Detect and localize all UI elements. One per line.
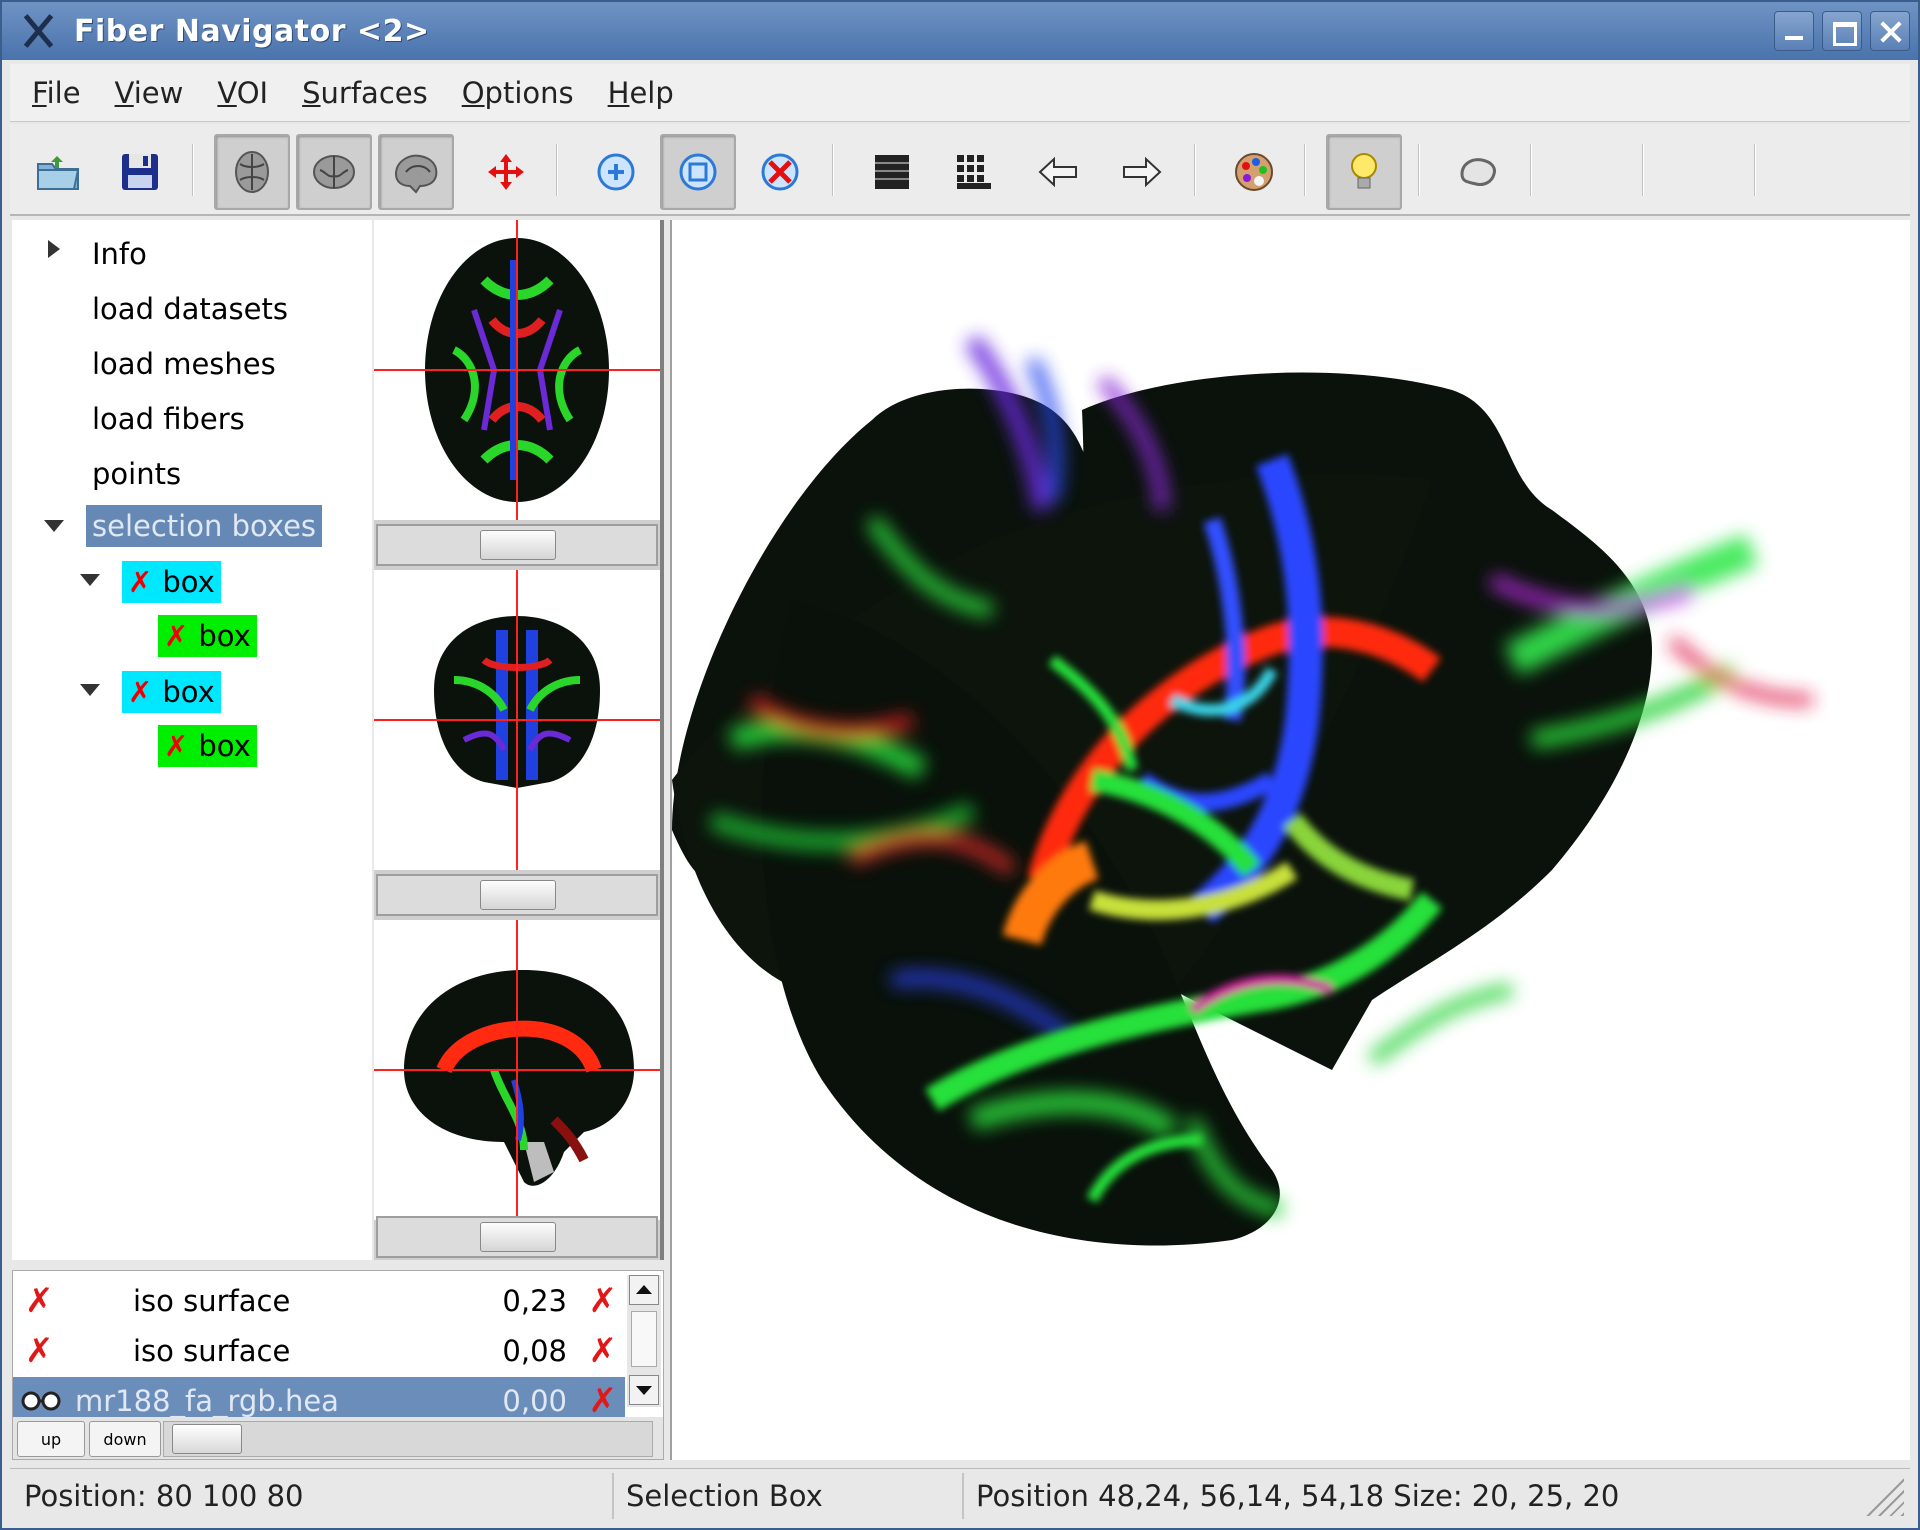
crosshair-move-icon[interactable] xyxy=(468,134,544,210)
minimize-button[interactable] xyxy=(1774,11,1814,51)
coronal-slice-view[interactable] xyxy=(374,570,660,870)
title-bar[interactable]: Fiber Navigator <2> xyxy=(2,2,1918,60)
fibers-grid-icon[interactable] xyxy=(936,134,1012,210)
mode-status: Selection Box xyxy=(616,1473,964,1519)
visibility-toggle-x-icon[interactable]: ✗ xyxy=(25,1281,54,1321)
threshold-value: 0,00 xyxy=(502,1384,567,1418)
slice-views-panel xyxy=(374,220,664,1260)
list-controls: up down xyxy=(13,1417,663,1459)
delete-x-icon[interactable]: ✗ xyxy=(589,1281,618,1321)
toolbar xyxy=(10,124,1910,216)
toolbar-separator xyxy=(1304,144,1306,196)
delete-box-icon[interactable] xyxy=(742,134,818,210)
active-x-icon: ✗ xyxy=(128,565,153,599)
slider-thumb[interactable] xyxy=(172,1424,242,1454)
toolbar-separator xyxy=(1194,144,1196,196)
status-bar: Position: 80 100 80 Selection Box Positi… xyxy=(10,1468,1910,1522)
main-window: Fiber Navigator <2> File View VOI Surfac… xyxy=(0,0,1920,1530)
toolbar-separator xyxy=(192,144,194,196)
menu-surfaces[interactable]: Surfaces xyxy=(302,76,428,110)
close-window-button[interactable] xyxy=(1870,11,1910,51)
slider-thumb[interactable] xyxy=(480,880,556,910)
toolbar-separator xyxy=(556,144,558,196)
toolbar-separator xyxy=(1642,144,1644,196)
new-box-icon[interactable] xyxy=(578,134,654,210)
tree-item-load-datasets[interactable]: load datasets xyxy=(86,285,294,333)
resize-grip-icon[interactable] xyxy=(1864,1476,1904,1516)
move-up-button[interactable]: up xyxy=(17,1421,85,1457)
scroll-up-arrow-icon[interactable] xyxy=(629,1275,659,1305)
tree-item-load-fibers[interactable]: load fibers xyxy=(86,395,251,443)
opacity-slider[interactable] xyxy=(163,1421,653,1457)
list-item[interactable]: ✗ iso surface 0,08 ✗ xyxy=(13,1327,625,1375)
lighting-bulb-icon[interactable] xyxy=(1326,134,1402,210)
fiber-render-canvas xyxy=(672,334,1813,1246)
cursor-position-status: Position: 80 100 80 xyxy=(14,1473,614,1519)
tree-item-load-meshes[interactable]: load meshes xyxy=(86,340,282,388)
threshold-value: 0,23 xyxy=(502,1284,567,1318)
tree-item-box[interactable]: ✗ box xyxy=(122,668,221,716)
menu-help[interactable]: Help xyxy=(608,76,674,110)
arrow-right-icon[interactable] xyxy=(1104,134,1180,210)
move-down-button[interactable]: down xyxy=(89,1421,161,1457)
collapse-arrow-icon[interactable] xyxy=(44,520,64,532)
delete-x-icon[interactable]: ✗ xyxy=(589,1381,618,1421)
window-controls xyxy=(1774,11,1910,51)
tree-item-points[interactable]: points xyxy=(86,450,187,498)
tree-item-info[interactable]: Info xyxy=(86,230,153,278)
show-boxes-icon[interactable] xyxy=(660,134,736,210)
tree-item-box[interactable]: ✗ box xyxy=(122,558,221,606)
datasets-list: ✗ iso surface 0,23 ✗ ✗ iso surface 0,08 … xyxy=(12,1270,664,1460)
active-x-icon: ✗ xyxy=(128,675,153,709)
active-x-icon: ✗ xyxy=(164,619,189,653)
toolbar-separator xyxy=(1754,144,1756,196)
menu-bar: File View VOI Surfaces Options Help xyxy=(10,64,1910,122)
slider-thumb[interactable] xyxy=(480,530,556,560)
collapse-arrow-icon[interactable] xyxy=(80,574,100,586)
color-palette-icon[interactable] xyxy=(1216,134,1292,210)
menu-voi[interactable]: VOI xyxy=(217,76,268,110)
open-folder-icon[interactable] xyxy=(20,134,96,210)
sagittal-view-icon[interactable] xyxy=(378,134,454,210)
axial-slice-view[interactable] xyxy=(374,220,660,520)
axial-slice-slider[interactable] xyxy=(376,524,658,566)
toolbar-separator xyxy=(1530,144,1532,196)
slider-thumb[interactable] xyxy=(480,1222,556,1252)
arrow-left-icon[interactable] xyxy=(1020,134,1096,210)
maximize-button[interactable] xyxy=(1822,11,1862,51)
app-icon[interactable] xyxy=(18,11,58,51)
window-title: Fiber Navigator <2> xyxy=(74,13,430,49)
active-x-icon: ✗ xyxy=(164,729,189,763)
list-item[interactable]: ✗ iso surface 0,23 ✗ xyxy=(13,1277,625,1325)
surface-icon[interactable] xyxy=(1440,134,1516,210)
box-info-status: Position 48,24, 56,14, 54,18 Size: 20, 2… xyxy=(976,1479,1620,1513)
axial-view-icon[interactable] xyxy=(214,134,290,210)
tree-item-box-child[interactable]: ✗ box xyxy=(158,612,257,660)
coronal-view-icon[interactable] xyxy=(296,134,372,210)
grid-icon[interactable] xyxy=(854,134,930,210)
collapse-arrow-icon[interactable] xyxy=(80,684,100,696)
tree-item-box-child[interactable]: ✗ box xyxy=(158,722,257,770)
sagittal-slice-view[interactable] xyxy=(374,920,660,1220)
menu-options[interactable]: Options xyxy=(462,76,574,110)
threshold-value: 0,08 xyxy=(502,1334,567,1368)
3d-render-view[interactable] xyxy=(670,220,1910,1460)
sagittal-slice-slider[interactable] xyxy=(376,1216,658,1258)
menu-file[interactable]: File xyxy=(32,76,81,110)
delete-x-icon[interactable]: ✗ xyxy=(589,1331,618,1371)
menu-view[interactable]: View xyxy=(115,76,184,110)
scene-tree: Info load datasets load meshes load fibe… xyxy=(12,220,372,1260)
toolbar-separator xyxy=(832,144,834,196)
expand-arrow-icon[interactable] xyxy=(48,240,60,258)
save-icon[interactable] xyxy=(102,134,178,210)
tree-item-selection-boxes[interactable]: selection boxes xyxy=(86,502,323,550)
list-scrollbar[interactable] xyxy=(627,1275,661,1407)
visibility-toggle-x-icon[interactable]: ✗ xyxy=(25,1331,54,1371)
scrollbar-thumb[interactable] xyxy=(631,1311,657,1367)
coronal-slice-slider[interactable] xyxy=(376,874,658,916)
scroll-down-arrow-icon[interactable] xyxy=(629,1375,659,1405)
toolbar-separator xyxy=(1418,144,1420,196)
